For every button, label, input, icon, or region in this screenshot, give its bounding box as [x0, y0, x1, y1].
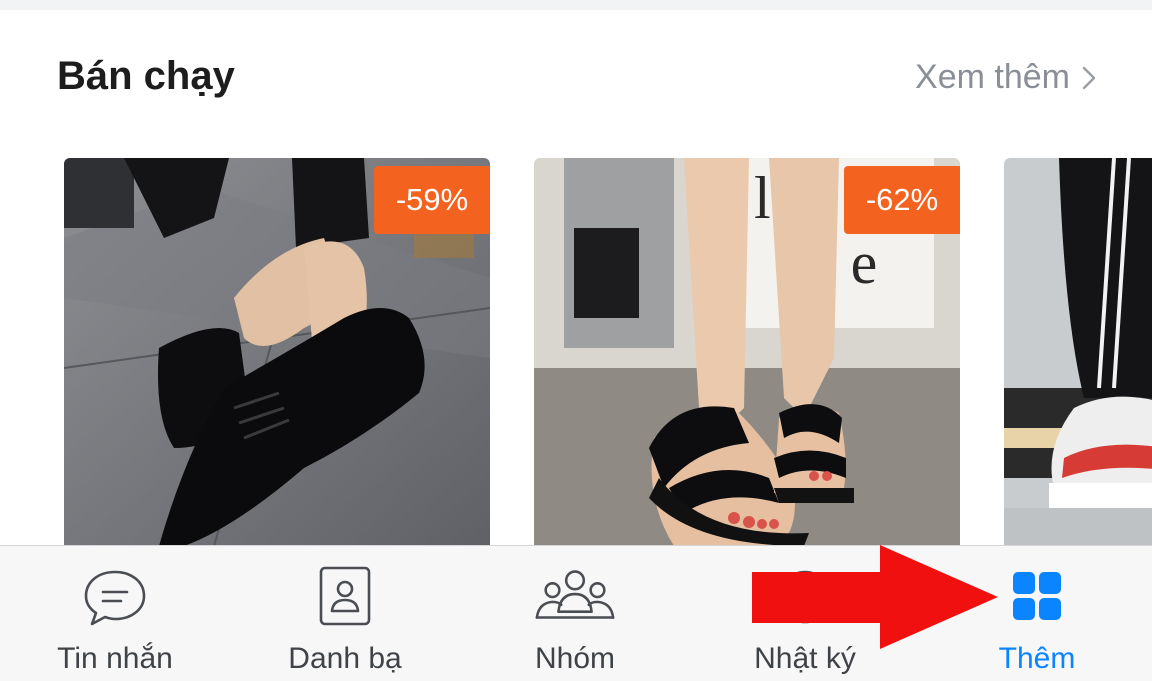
tab-groups[interactable]: Nhóm: [460, 546, 690, 681]
grid-icon: [1013, 572, 1061, 620]
chat-bubble-icon: [84, 570, 146, 626]
red-arrow-icon: [752, 545, 998, 649]
product-card[interactable]: -59%: [64, 158, 490, 546]
see-more-label: Xem thêm: [915, 58, 1070, 96]
see-more-link[interactable]: Xem thêm: [915, 58, 1096, 97]
discount-badge: -62%: [844, 166, 960, 234]
product-card[interactable]: la lo e -62%: [534, 158, 960, 546]
product-image: [1004, 158, 1152, 546]
tab-messages[interactable]: Tin nhắn: [0, 546, 230, 681]
tab-label: Nhóm: [534, 642, 616, 675]
section-title: Bán chạy: [57, 54, 235, 98]
group-icon: [535, 570, 615, 619]
tab-contacts[interactable]: Danh bạ: [230, 546, 460, 681]
section-header: Bán chạy Xem thêm: [0, 10, 1152, 150]
top-divider: [0, 0, 1152, 10]
tab-label: Danh bạ: [288, 642, 402, 675]
product-carousel[interactable]: -59% la lo e -62%: [0, 158, 1152, 546]
contacts-icon: [319, 566, 371, 626]
tab-label: Tin nhắn: [57, 642, 173, 675]
discount-badge: -59%: [374, 166, 490, 234]
product-card[interactable]: [1004, 158, 1152, 546]
chevron-right-icon: [1082, 66, 1096, 89]
